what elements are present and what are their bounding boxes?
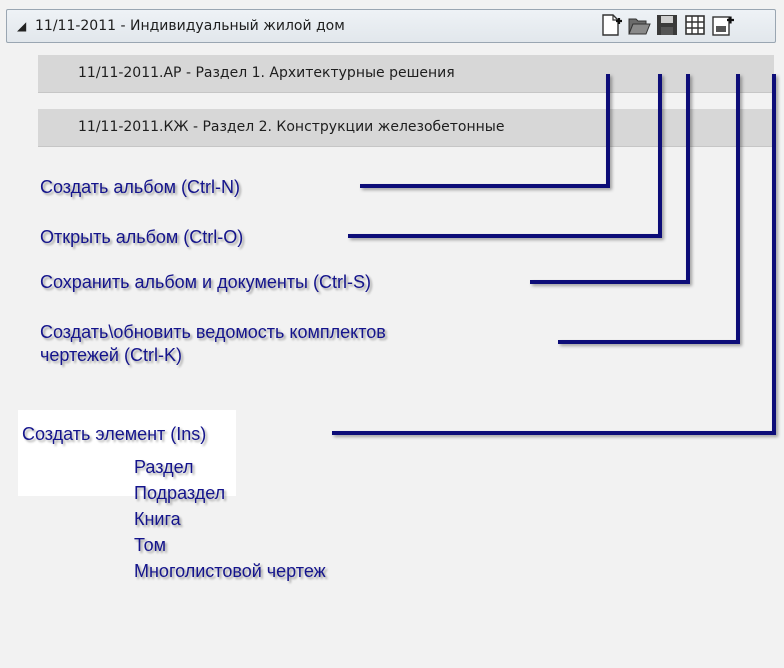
open-folder-icon (628, 18, 651, 35)
leader-save-album (530, 74, 690, 284)
element-type-section: Раздел (134, 457, 194, 477)
expand-arrow-icon[interactable]: ◢ (17, 19, 26, 33)
tree-row-section-2[interactable]: 11/11-2011.КЖ - Раздел 2. Конструкции же… (38, 109, 774, 147)
save-album-button[interactable] (655, 12, 679, 38)
leader-open-album (348, 74, 662, 238)
album-tree-node[interactable]: ◢ 11/11-2011 - Индивидуальный жилой дом (6, 9, 776, 43)
tree-row-section-1[interactable]: 11/11-2011.АР - Раздел 1. Архитектурные … (38, 55, 774, 93)
callout-statement-line1: Создать\обновить ведомость комплектов (40, 322, 386, 342)
insert-element-button[interactable] (711, 12, 735, 38)
insert-element-icon (712, 16, 734, 36)
album-title: 11/11-2011 - Индивидуальный жилой дом (35, 18, 345, 34)
callout-create-album: Создать альбом (Ctrl-N) (40, 177, 240, 197)
element-type-subsection: Подраздел (134, 483, 226, 503)
statement-button[interactable] (683, 12, 707, 38)
row-label: 11/11-2011.АР - Раздел 1. Архитектурные … (78, 65, 455, 81)
element-type-multisheet-drawing: Многолистовой чертеж (134, 561, 326, 581)
open-album-button[interactable] (627, 12, 651, 38)
table-grid-icon (685, 15, 705, 35)
callout-save-album: Сохранить альбом и документы (Ctrl-S) (40, 272, 371, 292)
new-document-icon (602, 14, 622, 36)
callout-create-element: Создать элемент (Ins) (22, 424, 207, 444)
save-icon (657, 15, 677, 35)
new-album-button[interactable] (599, 12, 623, 38)
callout-statement-line2: чертежей (Ctrl-K) (40, 345, 182, 365)
element-type-volume: Том (134, 535, 166, 555)
element-type-book: Книга (134, 509, 181, 529)
row-label: 11/11-2011.КЖ - Раздел 2. Конструкции же… (78, 119, 505, 135)
callout-open-album: Открыть альбом (Ctrl-O) (40, 227, 244, 247)
